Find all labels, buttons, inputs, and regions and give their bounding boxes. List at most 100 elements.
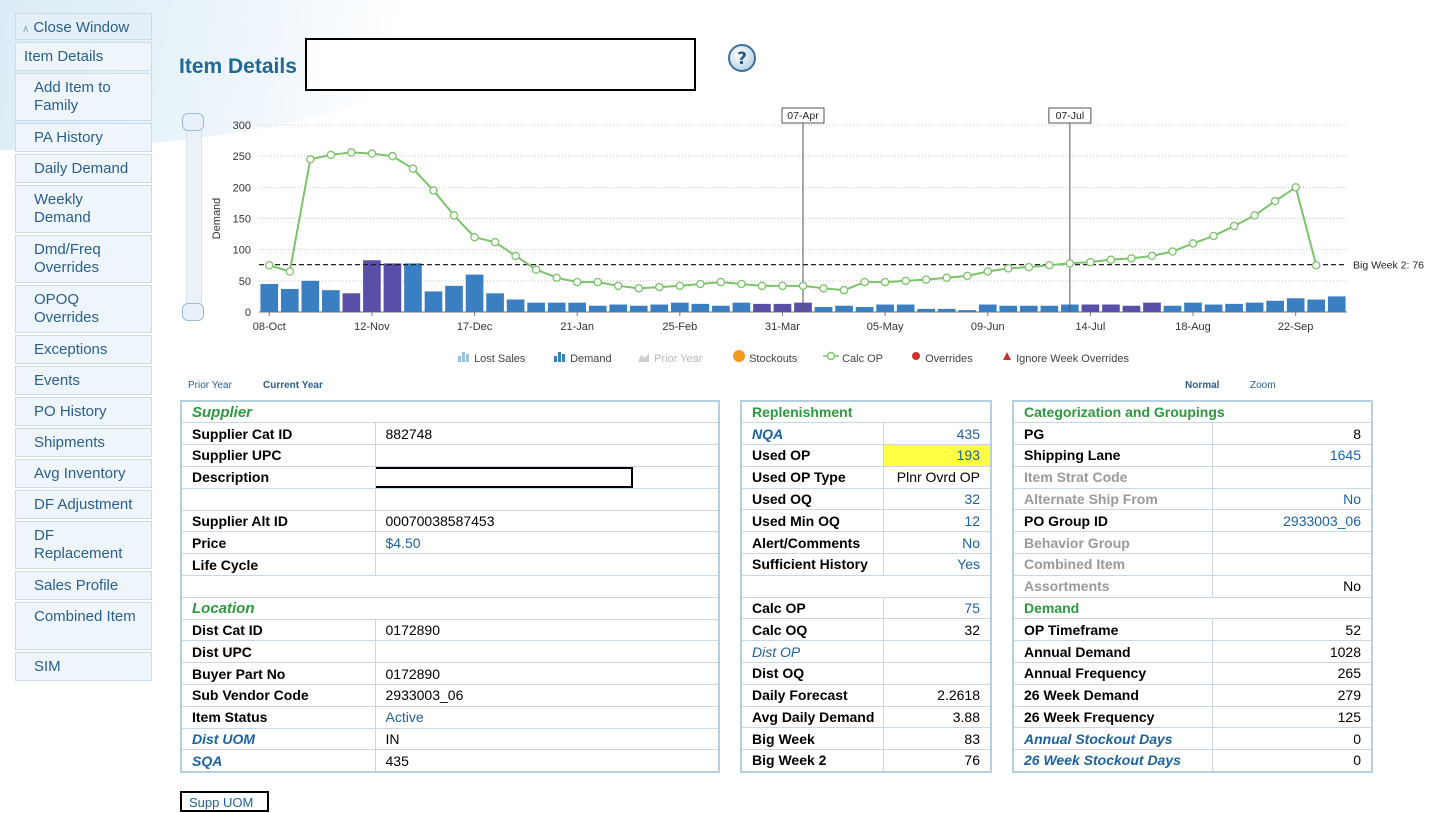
week-marker-label: 07-Apr bbox=[787, 110, 819, 122]
demand-bar bbox=[896, 304, 915, 312]
big-week-label: Big Week bbox=[740, 727, 884, 751]
legend-calc-op[interactable]: Calc OP bbox=[823, 350, 883, 367]
annual-demand-label: Annual Demand bbox=[1012, 640, 1213, 664]
table-row: Annual Frequency 265 bbox=[1012, 662, 1373, 685]
demand-bar bbox=[527, 302, 545, 312]
calc-op-point bbox=[326, 150, 336, 160]
demand-bar bbox=[629, 305, 648, 312]
nqa-link[interactable]: NQA bbox=[740, 422, 884, 446]
sufficient-history-label: Sufficient History bbox=[740, 553, 884, 576]
prior-year-link[interactable]: Prior Year bbox=[188, 380, 232, 391]
item-status-label: Item Status bbox=[180, 705, 376, 729]
sidebar-item-weekly-demand[interactable]: Weekly Demand bbox=[15, 185, 152, 233]
sidebar-item-dmd-freq-overrides[interactable]: Dmd/Freq Overrides bbox=[15, 235, 152, 283]
table-row: Supplier UPC bbox=[180, 444, 720, 467]
demand-bar bbox=[650, 304, 669, 312]
y-tick-label: 250 bbox=[233, 151, 251, 163]
big-week-value: 83 bbox=[882, 727, 992, 751]
sidebar-item-item-details[interactable]: Item Details bbox=[15, 42, 152, 71]
26-week-demand-label: 26 Week Demand bbox=[1012, 683, 1213, 707]
sidebar-item-po-history[interactable]: PO History bbox=[15, 397, 152, 426]
sidebar-item-shipments[interactable]: Shipments bbox=[15, 428, 152, 457]
26-week-stockout-days-link[interactable]: 26 Week Stockout Days bbox=[1012, 749, 1213, 773]
close-window-button[interactable]: ∧ Close Window bbox=[15, 13, 152, 40]
table-row[interactable]: 26 Week Stockout Days 0 bbox=[1012, 749, 1373, 773]
sufficient-history-value: Yes bbox=[882, 553, 992, 576]
x-tick-label: 25-Feb bbox=[662, 321, 697, 333]
sidebar-item-exceptions[interactable]: Exceptions bbox=[15, 335, 152, 364]
price-value: $4.50 bbox=[374, 531, 720, 555]
sidebar-item-sim[interactable]: SIM bbox=[15, 652, 152, 681]
sidebar-item-df-replacement[interactable]: DF Replacement bbox=[15, 521, 152, 569]
replenishment-table: Replenishment NQA 435 Used OP 193 Used OP … bbox=[740, 400, 992, 773]
current-year-link[interactable]: Current Year bbox=[263, 380, 323, 391]
chevron-up-icon: ∧ bbox=[22, 24, 30, 35]
table-row: Life Cycle bbox=[180, 553, 720, 577]
dist-cat-id-label: Dist Cat ID bbox=[180, 618, 376, 642]
legend-prior-year[interactable]: Prior Year bbox=[637, 350, 702, 367]
calc-op-point bbox=[1291, 183, 1300, 192]
categorization-demand-table: Categorization and Groupings PG 8 Shippin… bbox=[1012, 400, 1373, 773]
sidebar-item-opoq-overrides[interactable]: OPOQ Overrides bbox=[15, 285, 152, 333]
demand-bar bbox=[1143, 302, 1161, 312]
normal-view-link[interactable]: Normal bbox=[1185, 380, 1219, 391]
legend-ignore-week-overrides[interactable]: Ignore Week Overrides bbox=[1001, 350, 1129, 367]
table-row: Item Status Active bbox=[180, 705, 720, 729]
calc-op-point bbox=[470, 232, 479, 242]
demand-bar bbox=[322, 290, 340, 312]
table-row[interactable]: Dist OP bbox=[740, 640, 992, 664]
alternate-ship-from-value: No bbox=[1211, 487, 1373, 511]
table-row[interactable]: Annual Stockout Days 0 bbox=[1012, 727, 1373, 751]
item-status-value: Active bbox=[374, 705, 720, 729]
table-row[interactable]: Dist UOM IN bbox=[180, 727, 720, 751]
legend-label: Ignore Week Overrides bbox=[1016, 353, 1129, 365]
sidebar-item-df-adjustment[interactable]: DF Adjustment bbox=[15, 490, 152, 519]
sidebar-item-add-item-to-family[interactable]: Add Item to Family bbox=[15, 73, 152, 121]
avg-daily-demand-label: Avg Daily Demand bbox=[740, 705, 884, 729]
supp-uom-button[interactable]: Supp UOM bbox=[180, 791, 269, 812]
demand-bar bbox=[383, 263, 402, 312]
x-tick-label: 17-Dec bbox=[457, 321, 493, 333]
annual-stockout-days-link[interactable]: Annual Stockout Days bbox=[1012, 727, 1213, 751]
legend-overrides[interactable]: Overrides bbox=[910, 350, 973, 367]
calc-op-point bbox=[921, 275, 931, 284]
calc-op-point bbox=[388, 151, 397, 161]
sidebar: ∧ Close Window Item Details Add Item to F… bbox=[15, 13, 152, 683]
dist-op-link[interactable]: Dist OP bbox=[740, 640, 884, 664]
line-marker-icon bbox=[823, 351, 839, 361]
empty-cell bbox=[180, 575, 720, 598]
table-row[interactable]: SQA 435 bbox=[180, 749, 720, 773]
sidebar-item-combined-item[interactable]: Combined Item bbox=[15, 602, 152, 650]
dist-cat-id-value: 0172890 bbox=[374, 618, 720, 642]
sidebar-item-events[interactable]: Events bbox=[15, 366, 152, 395]
demand-bar bbox=[671, 302, 689, 312]
sidebar-item-daily-demand[interactable]: Daily Demand bbox=[15, 154, 152, 183]
sidebar-item-avg-inventory[interactable]: Avg Inventory bbox=[15, 459, 152, 488]
dist-upc-value bbox=[374, 640, 720, 664]
legend-lost-sales[interactable]: Lost Sales bbox=[457, 350, 525, 367]
zoom-view-link[interactable]: Zoom bbox=[1250, 380, 1276, 391]
demand-bar bbox=[1040, 305, 1059, 312]
x-tick-label: 08-Oct bbox=[253, 321, 286, 333]
legend-demand[interactable]: Demand bbox=[553, 350, 612, 367]
dist-oq-value bbox=[882, 662, 992, 685]
demand-bar bbox=[835, 305, 853, 312]
demand-chart: 0 50 100 150 200 250 300 Demand 07-Apr 07-Jul Big … bbox=[180, 103, 1449, 373]
calc-op-point bbox=[593, 277, 602, 287]
table-row: Used OQ 32 bbox=[740, 487, 992, 511]
table-row[interactable]: NQA 435 bbox=[740, 422, 992, 446]
question-circle-icon[interactable]: ? bbox=[727, 43, 757, 73]
table-row: Supplier Cat ID 882748 bbox=[180, 422, 720, 446]
sqa-link[interactable]: SQA bbox=[180, 749, 376, 773]
calc-op-point bbox=[737, 279, 746, 289]
demand-bar bbox=[855, 307, 874, 312]
dist-uom-link[interactable]: Dist UOM bbox=[180, 727, 376, 751]
used-op-label: Used OP bbox=[740, 444, 884, 467]
bar-chart-icon bbox=[554, 352, 565, 362]
demand-bar bbox=[1266, 300, 1284, 312]
demand-bar bbox=[1225, 303, 1243, 312]
calc-op-label: Calc OP bbox=[740, 596, 884, 620]
legend-stockouts[interactable]: Stockouts bbox=[732, 350, 797, 367]
sidebar-item-sales-profile[interactable]: Sales Profile bbox=[15, 571, 152, 600]
sidebar-item-pa-history[interactable]: PA History bbox=[15, 123, 152, 152]
